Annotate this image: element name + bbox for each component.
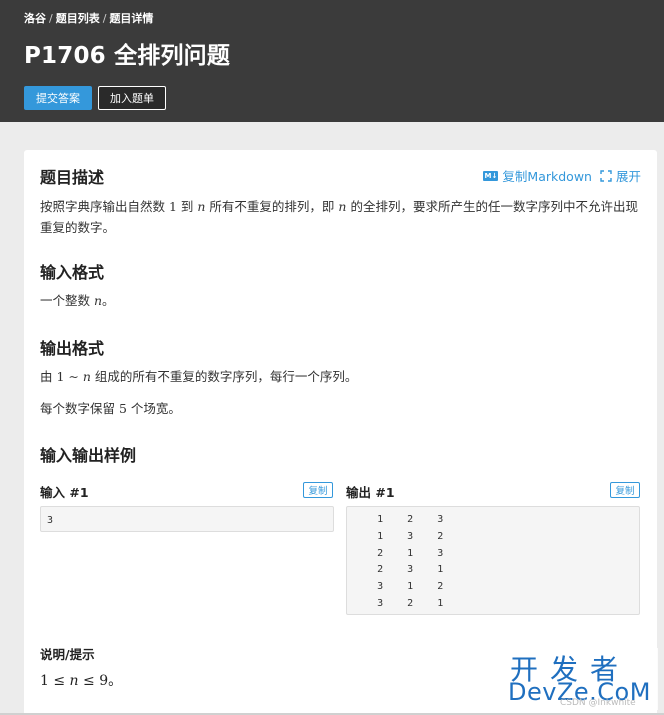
text-fragment: 。 <box>108 673 123 689</box>
page-header: 洛谷 / 题目列表 / 题目详情 P1706 全排列问题 提交答案 加入题单 <box>0 0 664 122</box>
breadcrumb-problem-detail[interactable]: 题目详情 <box>109 12 153 25</box>
math-variable: n <box>93 293 103 308</box>
problem-card: 题目描述 M↓ 复制Markdown 展开 按照字典序输出自然数 1 到 n 所… <box>24 150 657 715</box>
text-fragment: 组成的所有不重复的数字序列，每行一个序列。 <box>90 369 358 384</box>
sample-input-box[interactable]: 3 <box>40 506 334 532</box>
breadcrumb: 洛谷 / 题目列表 / 题目详情 <box>24 10 153 26</box>
math-bound: ≤ 9 <box>78 673 109 689</box>
breadcrumb-problem-list[interactable]: 题目列表 <box>56 12 100 25</box>
output-format-heading: 输出格式 <box>40 339 105 358</box>
samples-heading: 输入输出样例 <box>40 446 137 465</box>
description-actions: M↓ 复制Markdown 展开 <box>483 166 641 185</box>
sample-input-label: 输入 #1 <box>40 485 89 500</box>
submit-answer-button[interactable]: 提交答案 <box>24 86 92 110</box>
output-format-line1: 由 1 ∼ n 组成的所有不重复的数字序列，每行一个序列。 <box>40 366 642 387</box>
expand-button[interactable]: 展开 <box>600 166 641 185</box>
text-fragment: 个场宽。 <box>126 401 181 416</box>
text-fragment: 。 <box>102 293 115 308</box>
expand-label: 展开 <box>615 169 641 184</box>
copy-markdown-label: 复制Markdown <box>502 169 592 184</box>
text-fragment: 由 <box>40 369 57 384</box>
markdown-icon: M↓ <box>483 170 499 181</box>
faint-watermark: CSDN @Inkwhite <box>560 698 636 708</box>
description-heading: 题目描述 <box>40 168 105 187</box>
math-range: 1 ∼ <box>56 369 83 384</box>
input-format-heading: 输入格式 <box>40 263 105 282</box>
input-format-text: 一个整数 n。 <box>40 290 642 311</box>
hint-text: 1 ≤ n ≤ 9。 <box>40 670 122 690</box>
copy-markdown-button[interactable]: M↓ 复制Markdown <box>483 166 592 185</box>
sample-output-content: 1 2 3 1 3 2 2 1 3 2 3 1 3 1 2 3 2 1 <box>377 514 444 609</box>
sample-input-content: 3 <box>47 515 54 526</box>
math-bound: 1 ≤ <box>40 673 70 689</box>
text-fragment: 按照字典序输出自然数 <box>40 199 169 214</box>
math-number: 1 <box>168 199 177 214</box>
text-fragment: 一个整数 <box>40 293 94 308</box>
output-format-line2: 每个数字保留 5 个场宽。 <box>40 398 642 419</box>
copy-output-button[interactable]: 复制 <box>610 482 640 498</box>
math-number: 5 <box>118 401 127 416</box>
math-variable: n <box>69 673 79 689</box>
expand-icon <box>600 169 612 182</box>
hint-heading: 说明/提示 <box>40 647 95 662</box>
sample-output-box[interactable]: 1 2 3 1 3 2 2 1 3 2 3 1 3 1 2 3 2 1 <box>346 506 640 615</box>
add-to-list-button[interactable]: 加入题单 <box>98 86 166 110</box>
description-text: 按照字典序输出自然数 1 到 n 所有不重复的排列，即 n 的全排列，要求所产生… <box>40 196 642 238</box>
math-variable: n <box>82 369 91 384</box>
breadcrumb-home[interactable]: 洛谷 <box>24 12 46 25</box>
page-title: P1706 全排列问题 <box>24 43 231 69</box>
sample-output-label: 输出 #1 <box>346 485 395 500</box>
breadcrumb-separator: / <box>49 12 53 25</box>
text-fragment: 所有不重复的排列，即 <box>205 199 339 214</box>
text-fragment: 到 <box>176 199 198 214</box>
copy-input-button[interactable]: 复制 <box>303 482 333 498</box>
text-fragment: 每个数字保留 <box>40 401 119 416</box>
breadcrumb-separator: / <box>102 12 107 25</box>
